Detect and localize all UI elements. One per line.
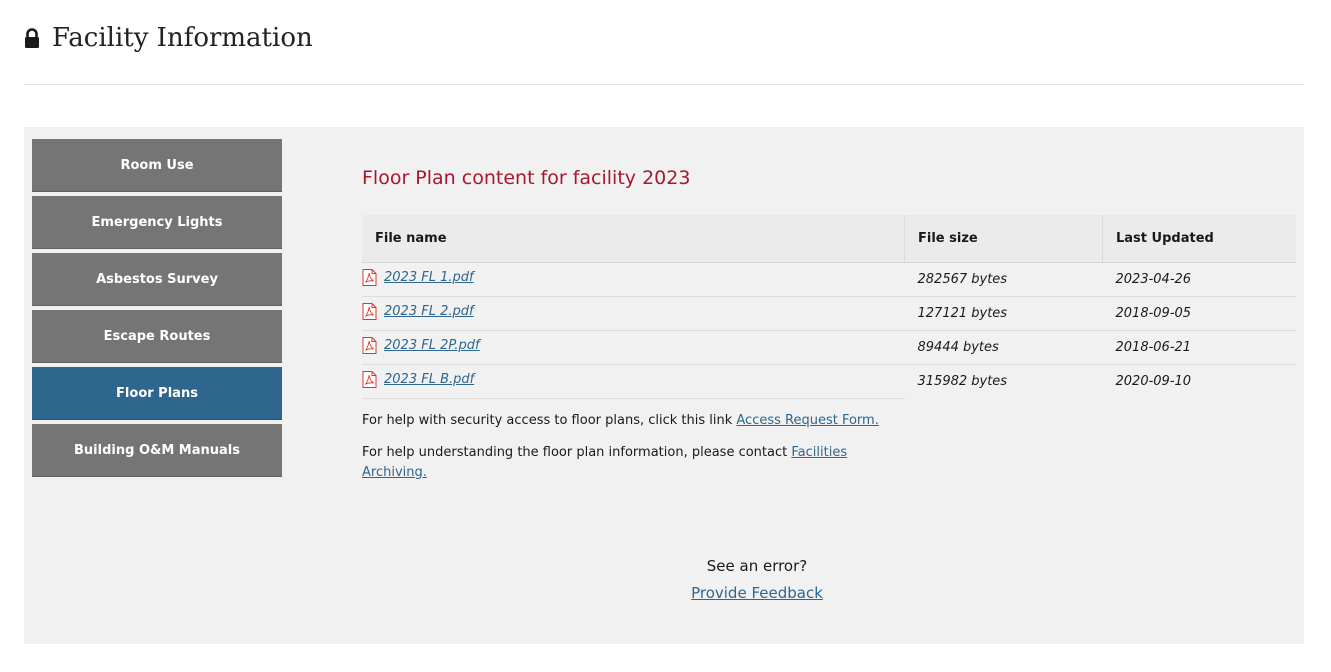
sidebar-item-room-use[interactable]: Room Use: [32, 139, 282, 192]
file-link[interactable]: 2023 FL 2P.pdf: [362, 337, 480, 354]
file-link[interactable]: 2023 FL B.pdf: [362, 371, 474, 388]
lock-icon: [25, 28, 39, 48]
file-size-cell: 89444 bytes: [904, 330, 1103, 365]
provide-feedback-link[interactable]: Provide Feedback: [691, 584, 823, 602]
floorplan-help-message: For help understanding the floor plan in…: [362, 445, 792, 460]
sidebar-item-label: Emergency Lights: [91, 214, 223, 230]
security-help-text: For help with security access to floor p…: [362, 411, 882, 431]
sidebar-item-label: Escape Routes: [103, 328, 211, 344]
sidebar-item-floor-plans[interactable]: Floor Plans: [32, 367, 282, 420]
content-panel: Room Use Emergency Lights Asbestos Surve…: [24, 127, 1304, 644]
security-help-message: For help with security access to floor p…: [362, 413, 737, 428]
table-row: 2023 FL 2P.pdf 89444 bytes 2018-06-21: [362, 330, 1296, 365]
sidebar-item-asbestos-survey[interactable]: Asbestos Survey: [32, 253, 282, 306]
table-row: 2023 FL B.pdf 315982 bytes 2020-09-10: [362, 364, 1296, 399]
sidebar-item-label: Room Use: [120, 157, 194, 173]
sidebar-item-label: Building O&M Manuals: [74, 442, 240, 458]
column-header-last-updated: Last Updated: [1102, 215, 1296, 263]
sidebar-item-escape-routes[interactable]: Escape Routes: [32, 310, 282, 363]
files-table: File name File size Last Updated 2023 FL…: [362, 215, 1296, 399]
file-name-cell: 2023 FL 2P.pdf: [362, 330, 905, 365]
sidebar-item-label: Floor Plans: [116, 385, 198, 401]
last-updated-cell: 2020-09-10: [1115, 374, 1192, 390]
file-name: 2023 FL 2P.pdf: [384, 338, 480, 353]
feedback-question: See an error?: [706, 557, 808, 575]
file-size-cell: 315982 bytes: [917, 374, 1008, 390]
file-link[interactable]: 2023 FL 1.pdf: [362, 269, 474, 286]
table-row: 2023 FL 2.pdf 127121 bytes 2018-09-05: [362, 296, 1296, 331]
file-link[interactable]: 2023 FL 2.pdf: [362, 303, 474, 320]
pdf-file-icon: [362, 337, 377, 354]
last-updated-cell: 2018-06-21: [1102, 330, 1296, 365]
file-name-cell: 2023 FL 1.pdf: [362, 262, 905, 297]
file-size-cell: 282567 bytes: [904, 262, 1103, 297]
sidebar-item-label: Asbestos Survey: [96, 271, 218, 287]
column-header-file-name: File name: [362, 215, 905, 263]
pdf-file-icon: [362, 371, 377, 388]
page-title: Facility Information: [52, 23, 313, 53]
table-header-row: File name File size Last Updated: [362, 215, 1296, 263]
table-row: 2023 FL 1.pdf 282567 bytes 2023-04-26: [362, 262, 1296, 297]
file-size-cell: 127121 bytes: [904, 296, 1103, 331]
sidebar-nav: Room Use Emergency Lights Asbestos Surve…: [32, 139, 282, 481]
file-name: 2023 FL 2.pdf: [384, 304, 474, 319]
pdf-file-icon: [362, 303, 377, 320]
sidebar-item-building-om-manuals[interactable]: Building O&M Manuals: [32, 424, 282, 477]
page-header: Facility Information: [24, 18, 1304, 85]
last-updated-cell: 2023-04-26: [1102, 262, 1296, 297]
file-name-cell: 2023 FL 2.pdf: [362, 296, 905, 331]
column-header-file-size: File size: [904, 215, 1103, 263]
file-name: 2023 FL B.pdf: [384, 372, 475, 387]
access-request-form-link[interactable]: Access Request Form.: [736, 413, 878, 428]
sidebar-item-emergency-lights[interactable]: Emergency Lights: [32, 196, 282, 249]
floorplan-help-text: For help understanding the floor plan in…: [362, 443, 882, 483]
pdf-file-icon: [362, 269, 377, 286]
main-content: Floor Plan content for facility 2023 Fil…: [362, 165, 1296, 483]
file-name: 2023 FL 1.pdf: [384, 270, 474, 285]
feedback-section: See an error? Provide Feedback: [362, 555, 1152, 602]
section-title: Floor Plan content for facility 2023: [362, 167, 691, 189]
file-name-cell: 2023 FL B.pdf: [362, 364, 905, 399]
last-updated-cell: 2018-09-05: [1102, 296, 1296, 331]
